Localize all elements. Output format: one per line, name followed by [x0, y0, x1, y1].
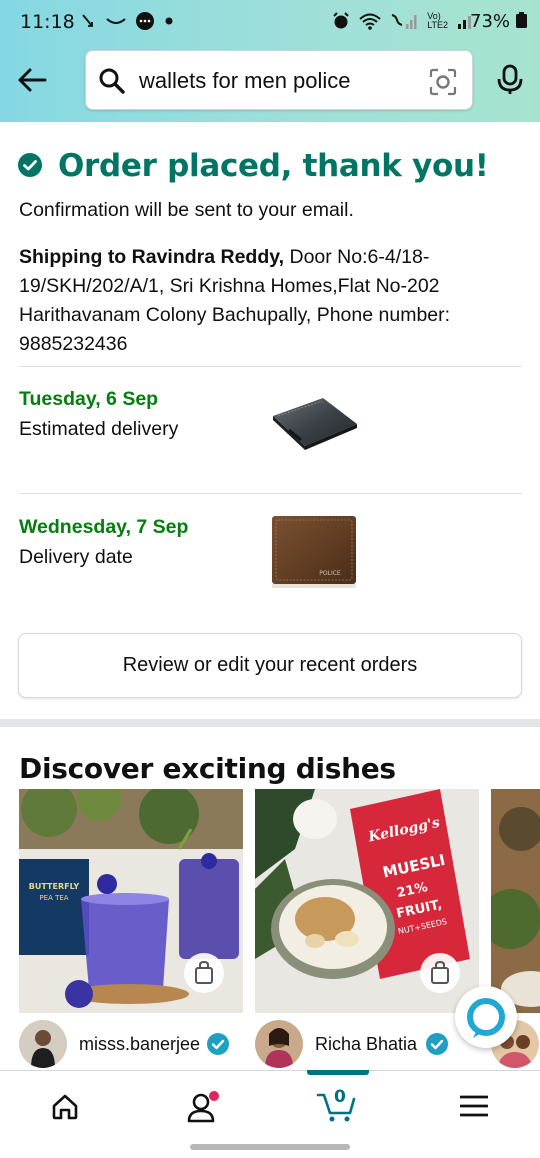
cart-active-indicator: [307, 1070, 369, 1075]
network-label: Vo) LTE2: [427, 10, 449, 30]
creator-row[interactable]: misss.banerjee: [19, 1020, 243, 1070]
alexa-icon: [467, 998, 505, 1038]
review-orders-label: Review or edit your recent orders: [122, 654, 418, 676]
verified-badge-icon: [207, 1033, 229, 1055]
wallet-black-image: [273, 398, 357, 450]
product-image-brown-wallet[interactable]: POLICE: [268, 512, 360, 597]
nav-home[interactable]: [25, 1071, 105, 1141]
status-bar: 11:18 Vo) LTE2 73%: [0, 0, 540, 44]
shopping-bag-icon: [431, 960, 449, 984]
back-button[interactable]: [14, 62, 50, 98]
shipping-address: Shipping to Ravindra Reddy, Door No:6-4/…: [19, 243, 509, 359]
delivery-date: Wednesday, 7 Sep: [19, 516, 189, 538]
camera-scan-icon[interactable]: [429, 68, 457, 96]
search-input[interactable]: wallets for men police: [139, 68, 351, 94]
alarm-icon: [333, 11, 349, 29]
microphone-icon: [497, 64, 523, 94]
alexa-button[interactable]: [455, 986, 517, 1048]
creator-avatar-image: [19, 1020, 67, 1068]
chat-bubble-icon: [136, 11, 155, 30]
avatar: [19, 1020, 67, 1068]
creator-row[interactable]: Richa Bhatia: [255, 1020, 479, 1070]
search-icon: [99, 68, 125, 94]
shopping-bag-icon: [195, 960, 213, 984]
signal-icon: [392, 13, 417, 29]
divider: [19, 366, 522, 367]
status-time: 11:18: [20, 11, 75, 33]
wallet-brand-print: POLICE: [319, 570, 341, 577]
verified-badge-icon: [426, 1033, 448, 1055]
shop-button[interactable]: [420, 953, 460, 993]
voicemail-icon: [106, 17, 126, 24]
delivery-note: Delivery date: [19, 546, 133, 568]
search-bar[interactable]: wallets for men police: [85, 50, 473, 110]
delivery-group-1: Tuesday, 6 Sep Estimated delivery: [19, 388, 178, 441]
home-icon: [52, 1094, 78, 1120]
home-gesture-bar[interactable]: [190, 1144, 350, 1150]
nav-account[interactable]: [160, 1071, 240, 1141]
account-icon: [187, 1091, 219, 1123]
section-separator: [0, 719, 540, 727]
dish-partial-image: [491, 789, 540, 1013]
wifi-icon: [359, 13, 381, 30]
call-forward-icon: [82, 13, 93, 27]
dish-card-image[interactable]: BUTTERFLY PEA TEA: [19, 789, 243, 1013]
wallet-brown-image: POLICE: [272, 516, 356, 588]
nav-cart[interactable]: 0: [298, 1071, 378, 1141]
bottom-navigation: 0: [0, 1070, 540, 1140]
review-orders-button[interactable]: Review or edit your recent orders: [18, 633, 522, 698]
delivery-group-2: Wednesday, 7 Sep Delivery date: [19, 516, 188, 569]
dish-card-image[interactable]: Kellogg's MUESLI 21% FRUIT, NUT+SEEDS: [255, 789, 479, 1013]
check-circle-icon: [18, 153, 42, 177]
shop-button[interactable]: [184, 953, 224, 993]
status-battery: 73%: [470, 11, 527, 32]
discover-heading: Discover exciting dishes: [19, 752, 396, 785]
battery-icon: [515, 12, 527, 28]
battery-percent: 73%: [470, 11, 511, 32]
creator-name[interactable]: Richa Bhatia: [315, 1034, 417, 1055]
creator-name[interactable]: misss.banerjee: [79, 1034, 200, 1055]
divider: [19, 493, 522, 494]
confirmation-text: Confirmation will be sent to your email.: [19, 199, 354, 221]
nav-menu[interactable]: [434, 1071, 514, 1141]
creator-avatar-image: [255, 1020, 303, 1068]
menu-icon: [460, 1095, 488, 1117]
dot-icon: [165, 17, 173, 25]
svg-text:BUTTERFLY: BUTTERFLY: [29, 882, 80, 891]
dish-card-image[interactable]: [491, 789, 540, 1013]
svg-text:PEA TEA: PEA TEA: [39, 894, 68, 902]
avatar: [255, 1020, 303, 1068]
delivery-date: Tuesday, 6 Sep: [19, 388, 159, 410]
order-placed-title: Order placed, thank you!: [58, 148, 489, 184]
cart-count: 0: [334, 1087, 346, 1107]
voice-search-button[interactable]: [496, 64, 524, 101]
delivery-note: Estimated delivery: [19, 418, 179, 440]
status-left-icons: [80, 10, 174, 31]
arrow-left-icon: [18, 68, 47, 92]
product-image-black-wallet[interactable]: [265, 388, 365, 465]
shipping-label: Shipping to Ravindra Reddy,: [19, 246, 285, 268]
status-right-icons: Vo) LTE2: [332, 10, 475, 30]
